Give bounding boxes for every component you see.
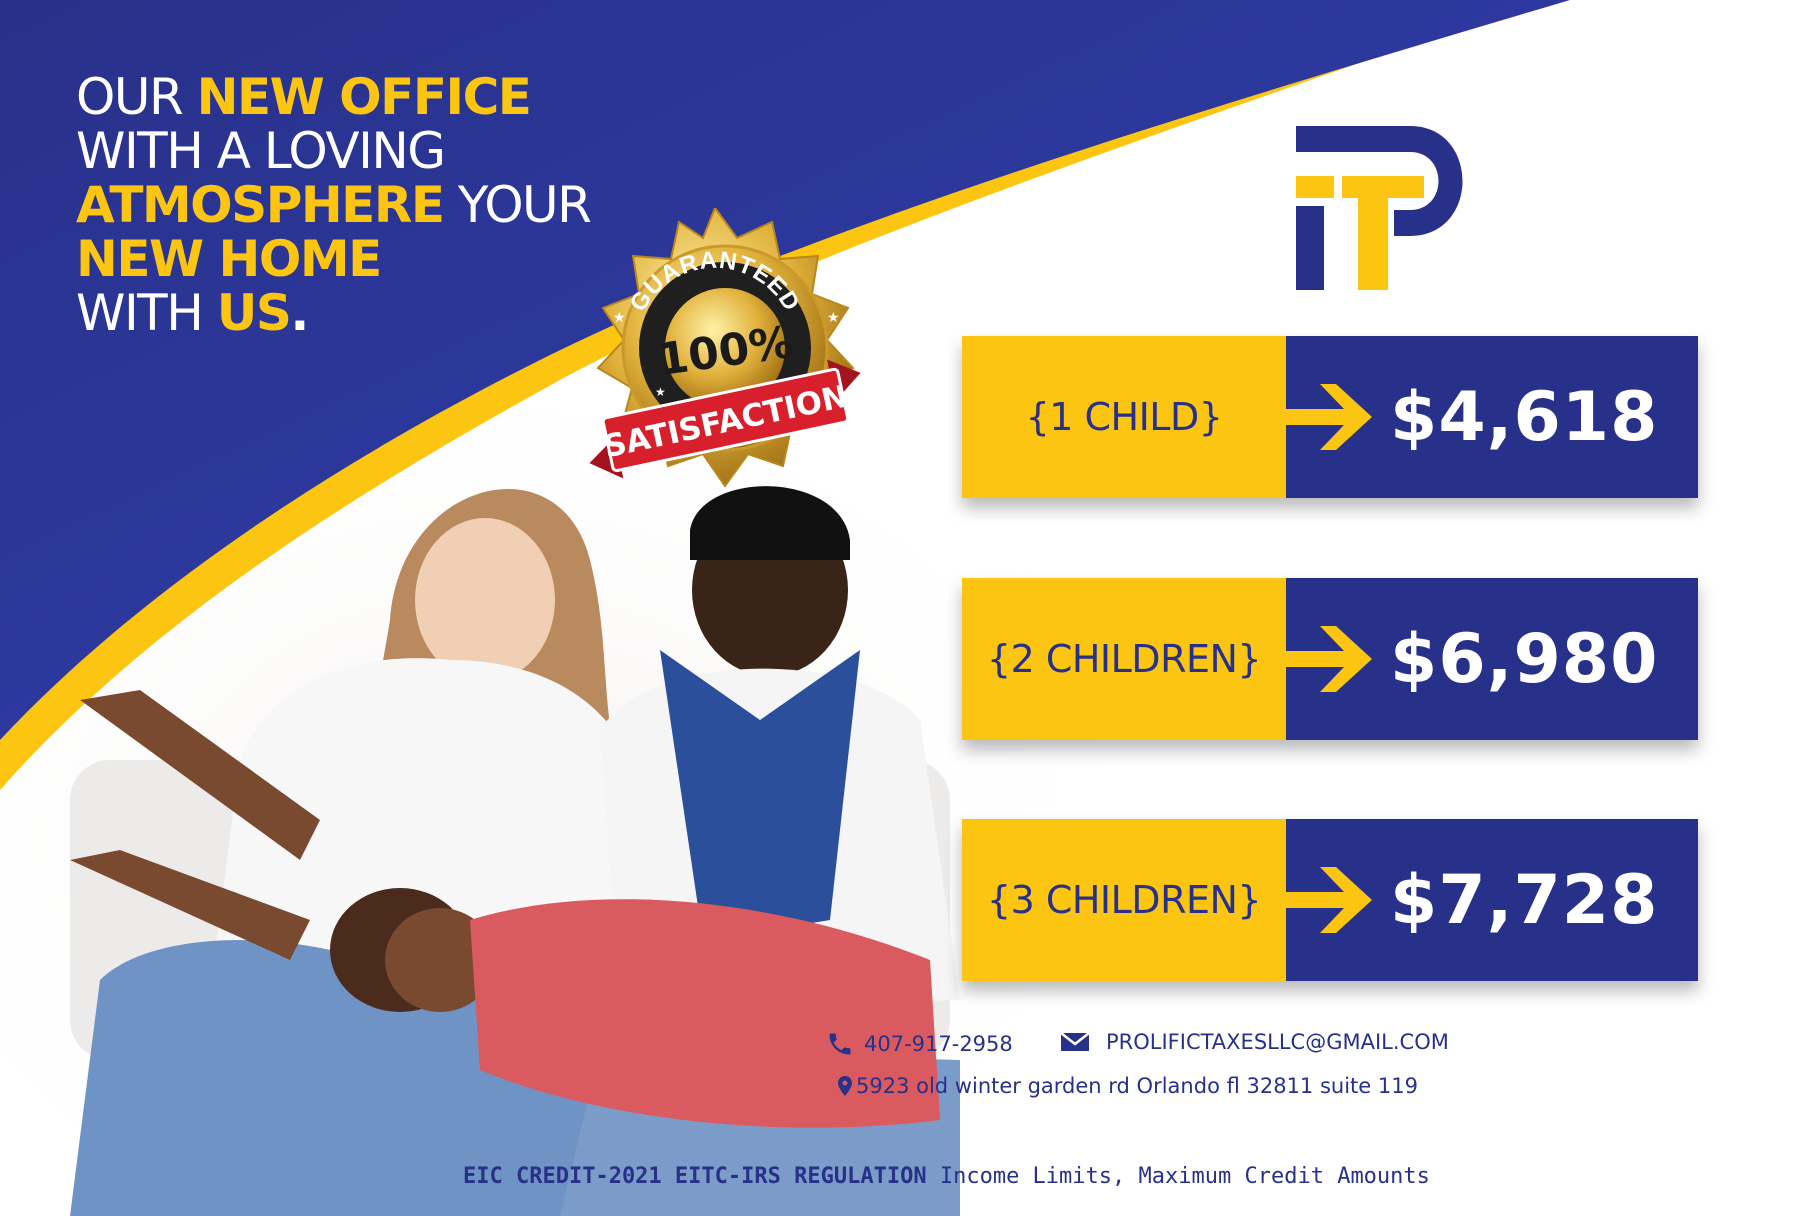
- headline-line-4: NEW HOME: [76, 230, 382, 288]
- credit-label: {1 CHILD}: [962, 336, 1286, 498]
- headline: OUR NEW OFFICE WITH A LOVING ATMOSPHERE …: [76, 68, 592, 342]
- address-text: 5923 old winter garden rd Orlando fl 328…: [856, 1074, 1418, 1098]
- headline-highlight: US: [216, 284, 292, 342]
- footnote-bold: EIC CREDIT-2021 EITC-IRS REGULATION: [463, 1164, 927, 1189]
- credit-label: {3 CHILDREN}: [962, 819, 1286, 981]
- footnote: EIC CREDIT-2021 EITC-IRS REGULATION Inco…: [463, 1164, 1430, 1189]
- contact-phone[interactable]: 407-917-2958: [826, 1030, 1013, 1058]
- credit-amount: $6,980: [1390, 619, 1659, 699]
- contact-address: 5923 old winter garden rd Orlando fl 328…: [838, 1074, 1418, 1098]
- satisfaction-badge: GUARANTEED ★ ★ ★ ★ 100% SATISFACTION: [589, 208, 861, 488]
- email-address: PROLIFICTAXESLLC@GMAIL.COM: [1106, 1030, 1449, 1054]
- tp-monogram-logo: [1296, 126, 1463, 290]
- credit-row-1-child: {1 CHILD} $4,618: [962, 336, 1698, 498]
- svg-text:★: ★: [613, 309, 626, 325]
- credit-amount-box: $4,618: [1286, 336, 1698, 498]
- flyer-canvas: OUR NEW OFFICE WITH A LOVING ATMOSPHERE …: [0, 0, 1799, 1216]
- credit-amount: $4,618: [1390, 377, 1659, 457]
- credit-row-3-children: {3 CHILDREN} $7,728: [962, 819, 1698, 981]
- headline-line-1: OUR NEW OFFICE: [76, 68, 532, 126]
- contact-email[interactable]: PROLIFICTAXESLLC@GMAIL.COM: [1060, 1030, 1449, 1054]
- credit-label: {2 CHILDREN}: [962, 578, 1286, 740]
- credit-amount-box: $6,980: [1286, 578, 1698, 740]
- headline-highlight: NEW OFFICE: [196, 68, 532, 126]
- headline-line-5: WITH US.: [76, 284, 309, 342]
- credit-amount-box: $7,728: [1286, 819, 1698, 981]
- map-pin-icon: [838, 1076, 852, 1096]
- phone-number: 407-917-2958: [864, 1032, 1013, 1056]
- arrow-right-icon: [1286, 626, 1372, 692]
- svg-text:★: ★: [655, 385, 666, 399]
- envelope-icon: [1060, 1032, 1090, 1051]
- headline-line-3: ATMOSPHERE YOUR: [76, 176, 592, 234]
- arrow-right-icon: [1286, 384, 1372, 450]
- svg-text:★: ★: [827, 309, 840, 325]
- credit-row-2-children: {2 CHILDREN} $6,980: [962, 578, 1698, 740]
- headline-highlight: ATMOSPHERE: [76, 176, 445, 234]
- phone-icon: [829, 1033, 851, 1055]
- footnote-regular: Income Limits, Maximum Credit Amounts: [926, 1164, 1430, 1189]
- headline-line-2: WITH A LOVING: [76, 122, 446, 180]
- arrow-right-icon: [1286, 867, 1372, 933]
- credit-amount: $7,728: [1390, 860, 1659, 940]
